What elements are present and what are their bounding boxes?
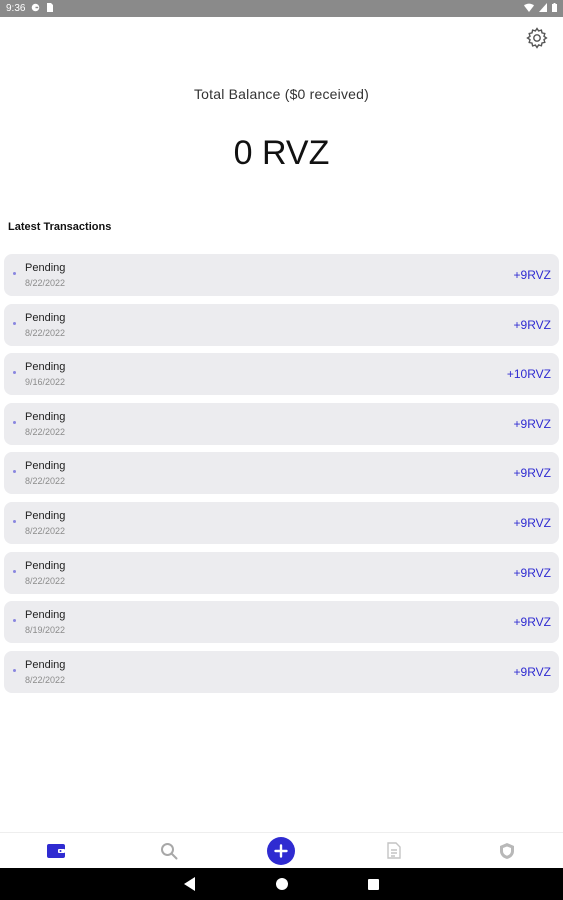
status-time: 9:36 [6, 3, 26, 14]
transaction-row[interactable]: Pending 8/22/2022 +9RVZ [4, 303, 559, 346]
transaction-amount: +9RVZ [513, 416, 551, 431]
status-dot-icon [13, 321, 16, 325]
signal-icon [539, 2, 547, 15]
transaction-date: 8/22/2022 [25, 278, 66, 288]
transaction-amount: +10RVZ [506, 367, 551, 382]
transaction-status: Pending [25, 509, 66, 522]
transaction-amount: +9RVZ [513, 515, 551, 530]
bottom-nav [0, 832, 563, 868]
status-dot-icon [13, 619, 16, 623]
status-dot-icon [13, 470, 16, 474]
transaction-status: Pending [25, 410, 66, 423]
transaction-row[interactable]: Pending 8/22/2022 +9RVZ [4, 650, 559, 693]
transaction-amount: +9RVZ [513, 615, 551, 630]
nav-add[interactable] [264, 834, 298, 868]
transaction-date: 9/16/2022 [25, 377, 66, 388]
battery-icon [552, 2, 557, 15]
transaction-date: 8/22/2022 [25, 674, 66, 685]
transaction-status: Pending [25, 460, 66, 473]
transaction-status: Pending [25, 609, 66, 622]
transaction-amount: +9RVZ [513, 268, 551, 282]
status-dot-icon [13, 420, 16, 424]
add-icon [274, 843, 289, 858]
transaction-status: Pending [25, 262, 66, 274]
transaction-row[interactable]: Pending 8/22/2022 +9RVZ [4, 551, 559, 594]
status-dot-icon [13, 371, 16, 375]
transaction-date: 8/22/2022 [25, 525, 66, 536]
add-button[interactable] [267, 836, 296, 865]
transaction-row[interactable]: Pending 9/16/2022 +10RVZ [4, 353, 559, 396]
transaction-date: 8/19/2022 [25, 625, 66, 636]
latest-transactions-title: Latest Transactions [8, 221, 112, 233]
sim-card-icon [46, 2, 54, 15]
shield-icon [499, 842, 514, 859]
system-navigation-bar [0, 868, 563, 900]
total-balance-label: Total Balance ($0 received) [193, 86, 370, 102]
g-icon [31, 3, 40, 15]
nav-security[interactable] [490, 834, 524, 868]
transaction-row[interactable]: Pending 8/22/2022 +9RVZ [4, 452, 559, 495]
transaction-status: Pending [25, 658, 66, 671]
status-dot-icon [13, 569, 16, 573]
back-button[interactable] [181, 875, 199, 893]
status-dot-icon [13, 519, 16, 523]
transaction-amount: +9RVZ [513, 317, 551, 332]
transaction-date: 8/22/2022 [25, 476, 66, 487]
home-button[interactable] [273, 875, 291, 893]
nav-documents[interactable] [377, 834, 411, 868]
transaction-row[interactable]: Pending 8/22/2022 +9RVZ [4, 501, 559, 544]
recents-button[interactable] [365, 875, 383, 893]
home-icon [275, 878, 288, 890]
gear-icon [526, 27, 548, 49]
transaction-date: 8/22/2022 [25, 426, 66, 437]
balance-amount: 0 RVZ [233, 134, 330, 172]
status-dot-icon [13, 668, 16, 672]
nav-search[interactable] [152, 834, 186, 868]
wifi-icon [524, 3, 534, 15]
transaction-row[interactable]: Pending 8/22/2022 +9RVZ [4, 402, 559, 445]
search-icon [160, 842, 178, 859]
wallet-icon [47, 843, 66, 858]
recents-icon [368, 878, 379, 890]
status-bar: 9:36 [0, 0, 563, 17]
back-icon [183, 877, 195, 891]
transaction-status: Pending [25, 559, 66, 572]
transaction-status: Pending [25, 361, 66, 374]
transaction-amount: +9RVZ [513, 565, 551, 580]
transaction-amount: +9RVZ [513, 466, 551, 481]
transaction-row[interactable]: Pending 8/19/2022 +9RVZ [4, 601, 559, 644]
transaction-row[interactable]: Pending 8/22/2022 +9RVZ [4, 254, 559, 296]
transaction-amount: +9RVZ [513, 664, 551, 679]
status-dot-icon [13, 272, 16, 275]
transaction-list: Pending 8/22/2022 +9RVZ Pending 8/22/202… [4, 254, 559, 700]
nav-wallet[interactable] [39, 834, 73, 868]
transaction-date: 8/22/2022 [25, 327, 66, 338]
settings-button[interactable] [525, 26, 549, 50]
transaction-status: Pending [25, 311, 66, 324]
transaction-date: 8/22/2022 [25, 575, 66, 586]
document-icon [387, 842, 401, 859]
